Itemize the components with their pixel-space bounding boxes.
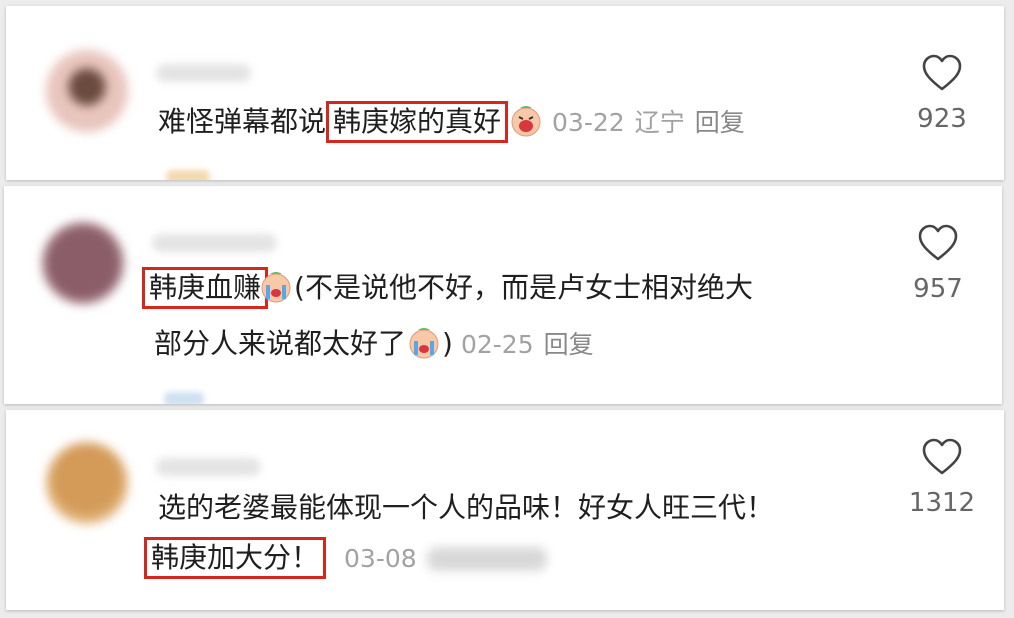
comment-text-line-2: 韩庚加大分！ 03-08 (144, 537, 547, 579)
comment-text-line-1: 选的老婆最能体现一个人的品味！好女人旺三代！ (158, 491, 775, 524)
like-count: 1312 (908, 488, 976, 518)
avatar[interactable] (46, 50, 128, 132)
location-reply-blurred (426, 547, 547, 571)
closing-paren: ) (442, 327, 453, 360)
like-area: 1312 (902, 438, 982, 518)
reply-button[interactable]: 回复 (695, 108, 745, 137)
comment-text: 难怪弹幕都说 韩庚嫁的真好 03-22 辽宁 回复 (158, 101, 755, 143)
comment-date: 03-22 (552, 108, 625, 137)
highlighted-text: 韩庚嫁的真好 (326, 101, 509, 143)
avatar[interactable] (42, 222, 124, 304)
heart-icon[interactable] (917, 224, 959, 262)
comment-card-3: 选的老婆最能体现一个人的品味！好女人旺三代！ 韩庚加大分！ 03-08 1312 (6, 410, 1004, 610)
like-area: 957 (898, 224, 978, 304)
username-blurred[interactable] (156, 64, 251, 82)
comment-location: 辽宁 (634, 108, 685, 137)
username-blurred[interactable] (156, 458, 261, 476)
face-crying-emoji (260, 271, 292, 303)
like-count: 923 (917, 104, 967, 134)
comment-text-line-1: 韩庚血赚 (不是说他不好，而是卢女士相对绝大 (142, 267, 753, 309)
reply-button[interactable]: 回复 (544, 330, 594, 359)
collapsed-reply-avatar (166, 170, 210, 180)
collapsed-reply-avatar (164, 392, 204, 404)
face-screaming-emoji (510, 105, 542, 137)
highlighted-text: 韩庚加大分！ (144, 537, 327, 579)
like-count: 957 (913, 274, 963, 304)
comment-text-continued: 部分人来说都太好了 (154, 327, 407, 360)
comment-text-after: (不是说他不好，而是卢女士相对绝大 (294, 271, 753, 304)
heart-icon[interactable] (921, 54, 963, 92)
like-area: 923 (902, 54, 982, 134)
comment-card-1: 难怪弹幕都说 韩庚嫁的真好 03-22 辽宁 回复 923 (6, 6, 1004, 180)
comment-text-line-2: 部分人来说都太好了 ) 02-25 回复 (154, 324, 604, 365)
face-crying-emoji (408, 327, 440, 359)
comment-date: 02-25 (460, 330, 534, 359)
avatar[interactable] (46, 442, 128, 524)
highlighted-text: 韩庚血赚 (142, 267, 269, 309)
comment-date: 03-08 (344, 544, 417, 573)
comment-card-2: 韩庚血赚 (不是说他不好，而是卢女士相对绝大 部分人来说都太好了 ) 02-25 回… (4, 186, 1002, 404)
username-blurred[interactable] (152, 234, 277, 252)
heart-icon[interactable] (921, 438, 963, 476)
comment-text-before: 难怪弹幕都说 (158, 105, 327, 138)
